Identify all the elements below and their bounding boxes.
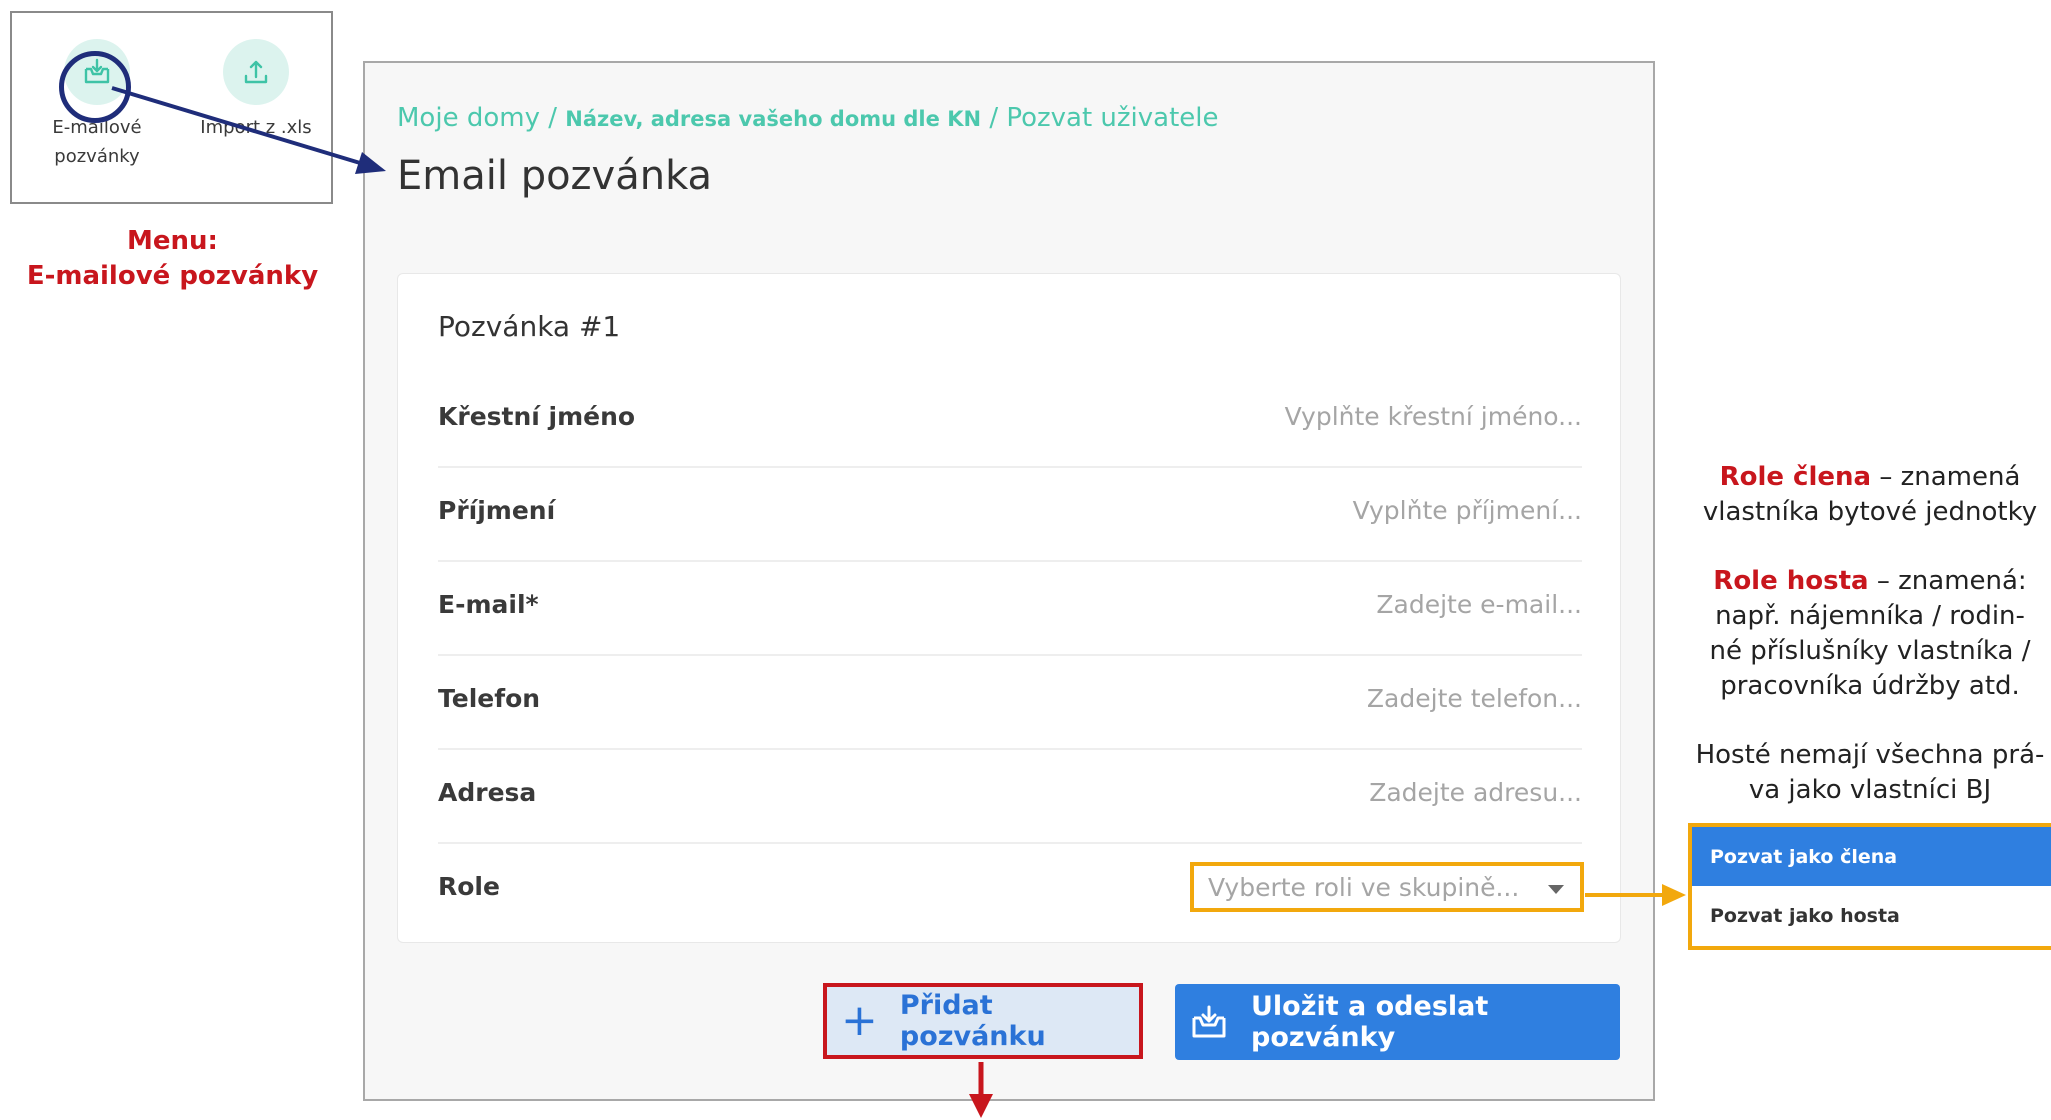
annotation-arrows [111, 86, 1686, 1118]
red-down-arrow [969, 1062, 993, 1118]
navy-arrow [111, 86, 386, 174]
orange-arrow [1585, 884, 1686, 906]
